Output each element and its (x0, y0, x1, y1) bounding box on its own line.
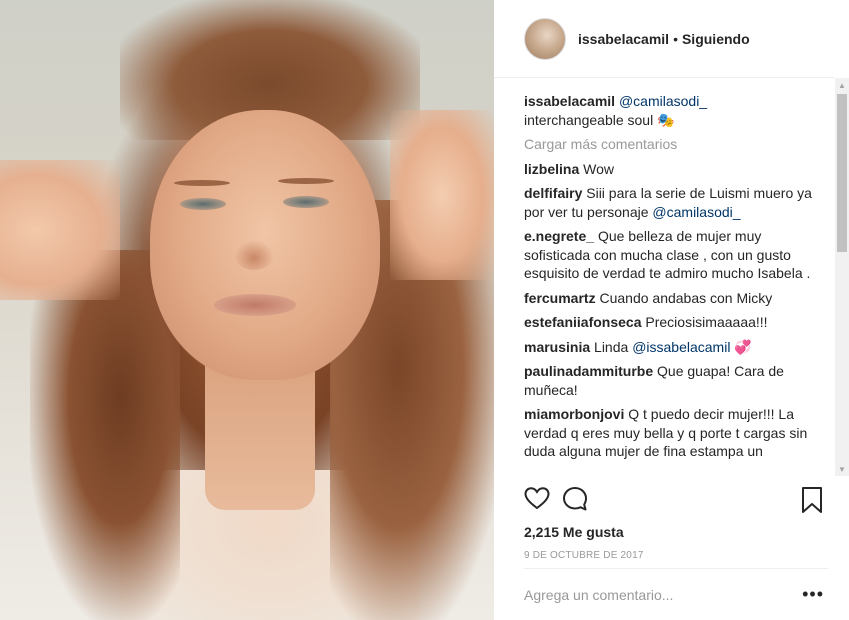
photo-eye-right (283, 196, 329, 208)
comment-username[interactable]: estefaniiafonseca (524, 314, 642, 330)
comment-bubble-icon[interactable] (562, 486, 588, 512)
follow-status-button[interactable]: Siguiendo (682, 31, 750, 47)
comment-username[interactable]: delfifairy (524, 185, 582, 201)
list-item: e.negrete_ Que belleza de mujer muy sofi… (524, 227, 824, 283)
scroll-down-arrow-icon[interactable]: ▼ (835, 462, 849, 476)
post-actions (524, 486, 828, 516)
caption-username[interactable]: issabelacamil (524, 93, 615, 109)
comment-username[interactable]: lizbelina (524, 161, 579, 177)
add-comment-input[interactable]: Agrega un comentario... (524, 587, 802, 603)
comments-list: issabelacamil @camilasodi_ interchangeab… (524, 92, 824, 476)
list-item: delfifairy Siii para la serie de Luismi … (524, 184, 824, 221)
photo-nose (234, 240, 274, 270)
photo-lips (214, 294, 296, 316)
comment-mention[interactable]: @camilasodi_ (652, 204, 740, 220)
photo-brow-right (278, 178, 334, 184)
comment-username[interactable]: e.negrete_ (524, 228, 594, 244)
caption: issabelacamil @camilasodi_ interchangeab… (524, 92, 824, 129)
list-item: fercumartz Cuando andabas con Micky (524, 289, 824, 308)
post-date: 9 DE OCTUBRE DE 2017 (524, 550, 644, 561)
likes-count[interactable]: 2,215 Me gusta (524, 524, 624, 540)
comments-scrollbar[interactable]: ▲ ▼ (835, 78, 849, 476)
photo-arm (0, 160, 120, 300)
comment-username[interactable]: paulinadammiturbe (524, 363, 653, 379)
bookmark-icon[interactable] (800, 486, 824, 514)
list-item: marusinia Linda @issabelacamil 💞 (524, 338, 824, 357)
comment-mention[interactable]: @issabelacamil (632, 339, 730, 355)
comment-username[interactable]: fercumartz (524, 290, 596, 306)
list-item: lizbelina Wow (524, 160, 824, 179)
comment-username[interactable]: miamorbonjovi (524, 406, 624, 422)
comment-username[interactable]: marusinia (524, 339, 590, 355)
comment-text: Wow (583, 160, 614, 177)
more-options-button[interactable]: ••• (802, 584, 828, 605)
caption-mention[interactable]: @camilasodi_ (619, 93, 707, 109)
list-item: miamorbonjovi Q t puedo decir mujer!!! L… (524, 405, 824, 461)
photo-brow-left (174, 180, 230, 186)
scroll-up-arrow-icon[interactable]: ▲ (835, 78, 849, 92)
photo-eye-left (180, 198, 226, 210)
list-item: estefaniiafonseca Preciosisimaaaaa!!! (524, 313, 824, 332)
post-side-panel: issabelacamil • Siguiendo issabelacamil … (494, 0, 849, 620)
post-header: issabelacamil • Siguiendo (494, 0, 834, 78)
post-photo[interactable] (0, 0, 494, 620)
hearts-emoji: 💞 (734, 338, 752, 355)
author-username[interactable]: issabelacamil (578, 31, 669, 47)
scrollbar-thumb[interactable] (837, 94, 847, 252)
list-item: paulinadammiturbe Que guapa! Cara de muñ… (524, 362, 824, 399)
load-more-comments-button[interactable]: Cargar más comentarios (524, 135, 824, 154)
heart-icon[interactable] (524, 486, 550, 512)
photo-hand (390, 110, 494, 280)
add-comment-section: Agrega un comentario... ••• (524, 568, 828, 620)
avatar[interactable] (524, 17, 566, 60)
header-separator: • (673, 30, 678, 47)
comment-text: Preciosisimaaaaa!!! (645, 314, 768, 330)
comment-text: Cuando andabas con Micky (599, 289, 773, 306)
caption-text: interchangeable soul 🎭 (524, 111, 675, 128)
comment-text: Linda (594, 338, 633, 355)
